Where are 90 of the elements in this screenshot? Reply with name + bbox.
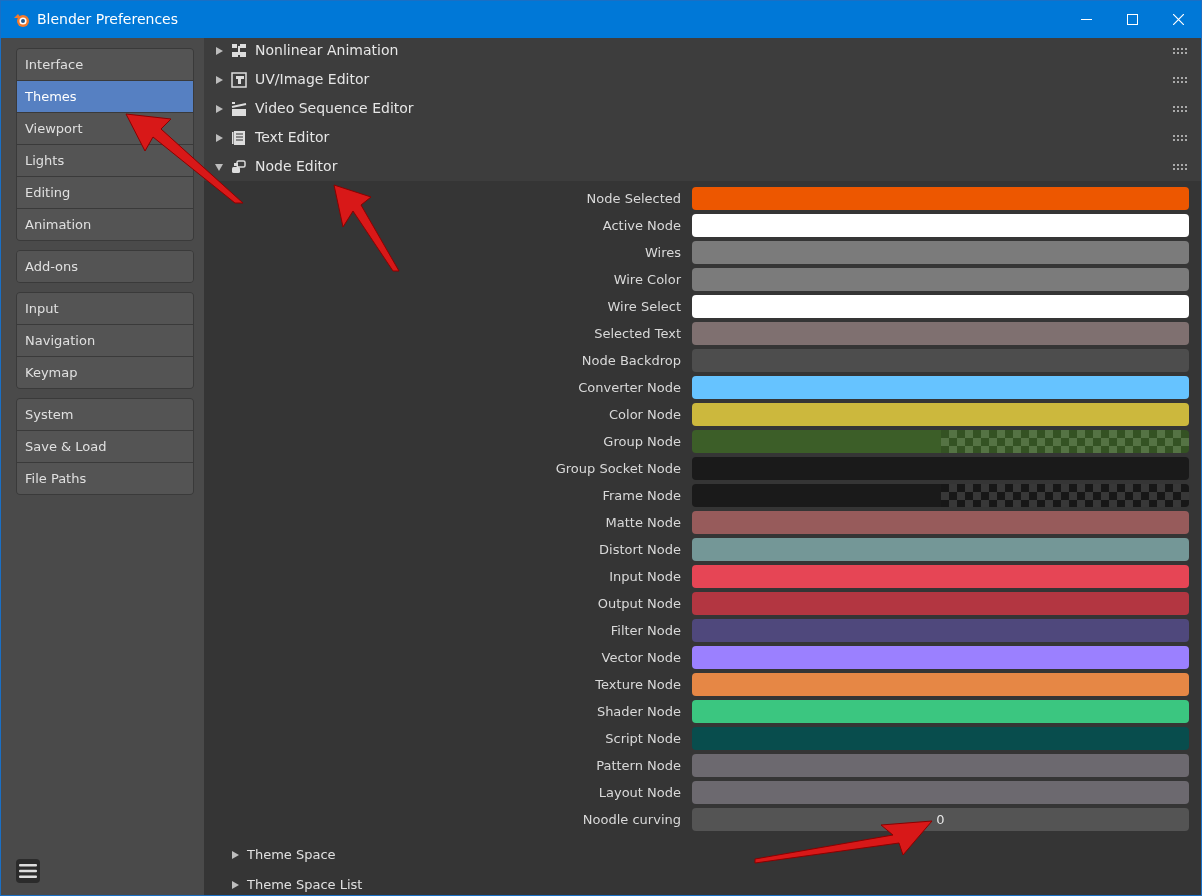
property-label: Selected Text bbox=[593, 324, 682, 343]
color-swatch[interactable] bbox=[692, 646, 1189, 669]
sidebar-item[interactable]: Interface bbox=[17, 49, 193, 80]
property-label: Active Node bbox=[601, 216, 682, 235]
property-label: Texture Node bbox=[594, 675, 682, 694]
drag-handle-icon[interactable] bbox=[1173, 76, 1187, 83]
color-swatch[interactable] bbox=[692, 403, 1189, 426]
property-label: Node Backdrop bbox=[580, 351, 682, 370]
panel-header[interactable]: Node Editor bbox=[255, 156, 338, 177]
property-label: Script Node bbox=[604, 729, 682, 748]
color-swatch[interactable] bbox=[692, 214, 1189, 237]
property-label: Input Node bbox=[608, 567, 682, 586]
collapsed-triangle-icon bbox=[215, 46, 223, 55]
sidebar-item[interactable]: Input bbox=[17, 293, 193, 324]
sidebar-item[interactable]: Keymap bbox=[17, 357, 193, 388]
color-swatch[interactable] bbox=[692, 700, 1189, 723]
property-label: Layout Node bbox=[597, 783, 682, 802]
close-icon bbox=[1172, 14, 1184, 25]
sidebar-item[interactable]: Themes bbox=[17, 81, 193, 112]
collapsed-triangle-icon bbox=[215, 75, 223, 84]
panel-header[interactable]: Nonlinear Animation bbox=[255, 40, 399, 61]
expanded-triangle-icon bbox=[215, 162, 223, 171]
color-swatch[interactable] bbox=[692, 349, 1189, 372]
color-swatch[interactable] bbox=[692, 727, 1189, 750]
color-swatch[interactable] bbox=[692, 430, 1189, 453]
color-swatch[interactable] bbox=[692, 241, 1189, 264]
color-swatch[interactable] bbox=[692, 457, 1189, 480]
collapsed-triangle-icon bbox=[215, 104, 223, 113]
color-swatch[interactable] bbox=[692, 592, 1189, 615]
sidebar-item[interactable]: Editing bbox=[17, 177, 193, 208]
color-swatch[interactable] bbox=[692, 538, 1189, 561]
property-label: Wires bbox=[644, 243, 682, 262]
subpanel-header[interactable]: Theme Space bbox=[247, 845, 336, 865]
property-label: Frame Node bbox=[601, 486, 682, 505]
property-label: Color Node bbox=[608, 405, 682, 424]
property-label: Filter Node bbox=[609, 621, 682, 640]
property-label: Group Node bbox=[602, 432, 682, 451]
collapsed-triangle-icon bbox=[215, 133, 223, 142]
color-swatch[interactable] bbox=[692, 781, 1189, 804]
property-label: Output Node bbox=[596, 594, 682, 613]
window-title: Blender Preferences bbox=[37, 10, 179, 29]
property-label: Node Selected bbox=[585, 189, 682, 208]
property-label: Matte Node bbox=[604, 513, 682, 532]
sidebar-item[interactable]: Navigation bbox=[17, 325, 193, 356]
drag-handle-icon[interactable] bbox=[1173, 163, 1187, 170]
sidebar-item[interactable]: Lights bbox=[17, 145, 193, 176]
color-swatch[interactable] bbox=[692, 268, 1189, 291]
maximize-icon bbox=[1126, 14, 1138, 25]
editor-icon bbox=[231, 42, 247, 59]
color-swatch[interactable] bbox=[692, 511, 1189, 534]
property-label: Group Socket Node bbox=[554, 459, 682, 478]
sidebar-item[interactable]: System bbox=[17, 399, 193, 430]
editor-icon bbox=[231, 71, 247, 88]
menu-icon bbox=[19, 864, 37, 878]
panel-header[interactable]: Text Editor bbox=[255, 127, 330, 148]
sidebar-item[interactable]: File Paths bbox=[17, 463, 193, 494]
panel-header[interactable]: Video Sequence Editor bbox=[255, 98, 414, 119]
property-label: Wire Select bbox=[606, 297, 682, 316]
color-swatch[interactable] bbox=[692, 376, 1189, 399]
panel-header[interactable]: UV/Image Editor bbox=[255, 69, 370, 90]
color-swatch[interactable] bbox=[692, 673, 1189, 696]
number-field[interactable]: 0 bbox=[692, 808, 1189, 831]
sidebar-item[interactable]: Add-ons bbox=[17, 251, 193, 282]
color-swatch[interactable] bbox=[692, 484, 1189, 507]
property-label: Wire Color bbox=[612, 270, 682, 289]
property-label: Pattern Node bbox=[595, 756, 682, 775]
color-swatch[interactable] bbox=[692, 322, 1189, 345]
collapsed-triangle-icon bbox=[231, 851, 239, 859]
sidebar-item[interactable]: Save & Load bbox=[17, 431, 193, 462]
menu-button[interactable] bbox=[16, 859, 40, 883]
drag-handle-icon[interactable] bbox=[1173, 47, 1187, 54]
editor-icon bbox=[231, 158, 247, 175]
color-swatch[interactable] bbox=[692, 565, 1189, 588]
property-label: Shader Node bbox=[595, 702, 682, 721]
color-swatch[interactable] bbox=[692, 187, 1189, 210]
drag-handle-icon[interactable] bbox=[1173, 134, 1187, 141]
collapsed-triangle-icon bbox=[231, 881, 239, 889]
sidebar-item[interactable]: Animation bbox=[17, 209, 193, 240]
property-label: Vector Node bbox=[600, 648, 682, 667]
subpanel-header[interactable]: Theme Space List bbox=[247, 875, 363, 895]
property-label: Distort Node bbox=[598, 540, 682, 559]
minimize-icon bbox=[1080, 19, 1092, 20]
editor-icon bbox=[231, 129, 247, 146]
drag-handle-icon[interactable] bbox=[1173, 105, 1187, 112]
color-swatch[interactable] bbox=[692, 619, 1189, 642]
property-label: Noodle curving bbox=[581, 810, 682, 829]
editor-icon bbox=[231, 100, 247, 117]
color-swatch[interactable] bbox=[692, 295, 1189, 318]
property-label: Converter Node bbox=[577, 378, 682, 397]
color-swatch[interactable] bbox=[692, 754, 1189, 777]
